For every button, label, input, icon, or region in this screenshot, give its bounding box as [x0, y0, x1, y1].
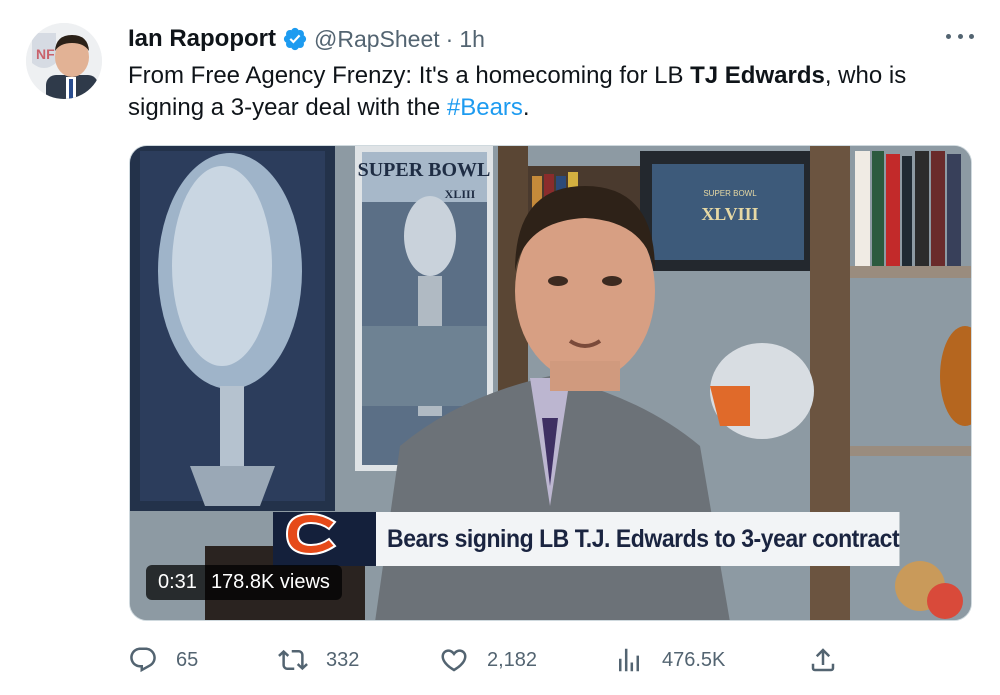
retweet-icon	[278, 649, 308, 671]
like-button[interactable]: 2,182	[439, 640, 537, 680]
analytics-icon	[619, 648, 639, 672]
reply-button[interactable]: 65	[128, 640, 198, 680]
view-count: 476.5K	[662, 648, 726, 671]
chyron-headline: Bears signing LB T.J. Edwards to 3-year …	[376, 512, 900, 566]
bears-logo-icon	[273, 512, 377, 566]
tweet-text: From Free Agency Frenzy: It's a homecomi…	[128, 60, 978, 124]
tweet-header: Ian Rapoport @RapSheet · 1h	[128, 24, 485, 54]
frame-subtitle: XLVIII	[701, 204, 758, 224]
reply-count: 65	[176, 648, 199, 671]
verified-badge-icon	[283, 27, 307, 51]
svg-text:NF: NF	[36, 46, 55, 62]
video-player[interactable]: SUPER BOWL XLIII SUPER BOWL XLVIII Bears…	[129, 145, 972, 621]
share-button[interactable]	[808, 640, 838, 680]
author-name[interactable]: Ian Rapoport	[128, 25, 276, 53]
more-options-icon[interactable]	[946, 26, 974, 46]
avatar[interactable]: NF	[26, 23, 102, 99]
views-button[interactable]: 476.5K	[614, 640, 725, 680]
tweet-text-bold: TJ Edwards	[690, 62, 825, 89]
like-count: 2,182	[487, 648, 538, 671]
share-icon	[811, 648, 835, 672]
separator-dot: ·	[445, 25, 454, 52]
timestamp[interactable]: 1h	[459, 26, 485, 53]
frame-title: SUPER BOWL	[703, 189, 757, 198]
hashtag-link[interactable]: #Bears	[447, 94, 523, 121]
tweet: NF Ian Rapoport @RapSheet · 1h From Free…	[0, 0, 1000, 695]
poster-subtitle: XLIII	[445, 187, 476, 201]
poster-title: SUPER BOWL	[358, 159, 491, 181]
video-info-badge: 0:31 178.8K views	[146, 565, 342, 600]
tweet-text-part: From Free Agency Frenzy: It's a homecomi…	[128, 62, 691, 89]
reply-icon	[130, 647, 156, 673]
heart-icon	[441, 649, 467, 672]
tweet-text-part: .	[522, 94, 530, 121]
author-handle[interactable]: @RapSheet	[314, 26, 440, 53]
video-duration: 0:31	[158, 571, 197, 593]
news-chyron: Bears signing LB T.J. Edwards to 3-year …	[273, 512, 945, 566]
retweet-button[interactable]: 332	[278, 640, 359, 680]
retweet-count: 332	[326, 648, 360, 671]
action-bar: 65 332 2,182 476.5K	[128, 640, 848, 680]
video-views: 178.8K views	[210, 571, 330, 593]
